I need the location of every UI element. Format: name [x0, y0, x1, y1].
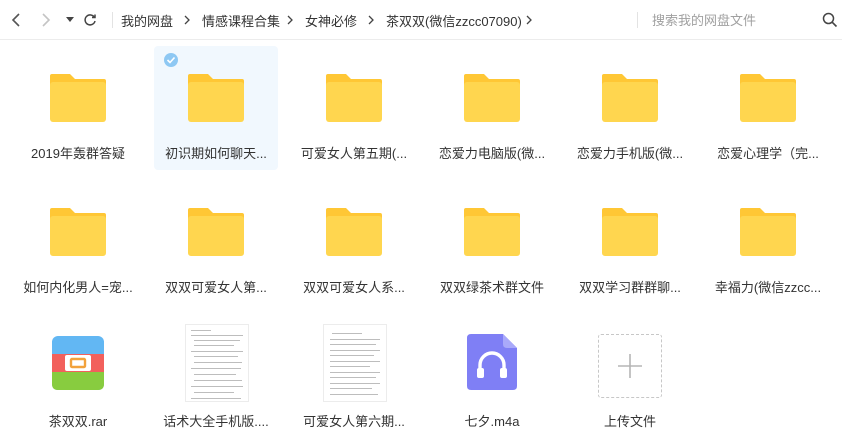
folder-item[interactable]: 幸福力(微信zzcc...	[706, 180, 830, 304]
breadcrumb-separator-icon	[184, 10, 190, 30]
breadcrumb-item[interactable]: 我的网盘	[121, 11, 173, 30]
folder-item-selected[interactable]: 初识期如何聊天...	[154, 46, 278, 170]
toolbar: 我的网盘 情感课程合集 女神必修 茶双双(微信zzcc07090)	[0, 0, 842, 40]
breadcrumb-current[interactable]: 茶双双(微信zzcc07090)	[386, 11, 522, 30]
toolbar-divider	[112, 12, 113, 28]
folder-icon	[50, 208, 106, 256]
check-icon[interactable]	[163, 52, 179, 68]
chevron-left-icon	[11, 13, 20, 27]
item-label: 双双可爱女人第...	[165, 280, 267, 295]
item-label: 可爱女人第六期...	[303, 414, 405, 429]
refresh-icon	[84, 14, 96, 26]
breadcrumb-item[interactable]: 女神必修	[305, 11, 357, 30]
breadcrumb-separator-icon	[526, 10, 532, 30]
item-label: 可爱女人第五期(...	[300, 146, 408, 161]
toolbar-divider	[637, 12, 638, 28]
folder-icon	[50, 74, 106, 122]
item-label: 七夕.m4a	[464, 414, 520, 429]
folder-item[interactable]: 恋爱力电脑版(微...	[430, 46, 554, 170]
item-label: 双双绿茶术群文件	[439, 280, 544, 295]
folder-item[interactable]: 如何内化男人=宠...	[16, 180, 140, 304]
rar-archive-icon	[52, 336, 104, 390]
refresh-button[interactable]	[82, 10, 98, 30]
forward-button[interactable]	[38, 10, 54, 30]
folder-icon	[740, 74, 796, 122]
upload-file-button[interactable]: 上传文件	[568, 312, 692, 436]
breadcrumb-item[interactable]: 情感课程合集	[202, 11, 280, 30]
item-label: 幸福力(微信zzcc...	[714, 280, 822, 295]
folder-icon	[188, 208, 244, 256]
item-label: 初识期如何聊天...	[165, 146, 267, 161]
plus-icon	[618, 354, 642, 378]
file-item-audio[interactable]: 七夕.m4a	[430, 312, 554, 436]
item-label: 上传文件	[603, 414, 656, 429]
back-button[interactable]	[8, 10, 24, 30]
caret-down-icon	[66, 17, 74, 22]
folder-icon	[464, 74, 520, 122]
history-dropdown-button[interactable]	[64, 10, 76, 30]
file-item-rar[interactable]: 茶双双.rar	[16, 312, 140, 436]
audio-file-icon	[467, 334, 517, 390]
folder-icon	[188, 74, 244, 122]
folder-icon	[602, 208, 658, 256]
breadcrumb-separator-icon	[287, 10, 293, 30]
search-input[interactable]	[652, 9, 817, 31]
item-label: 如何内化男人=宠...	[23, 280, 133, 295]
folder-icon	[602, 74, 658, 122]
folder-item[interactable]: 双双绿茶术群文件	[430, 180, 554, 304]
search-icon[interactable]	[822, 12, 838, 28]
folder-item[interactable]: 恋爱心理学（完...	[706, 46, 830, 170]
folder-icon	[326, 74, 382, 122]
folder-item[interactable]: 双双可爱女人第...	[154, 180, 278, 304]
folder-item[interactable]: 恋爱力手机版(微...	[568, 46, 692, 170]
item-label: 双双可爱女人系...	[303, 280, 405, 295]
item-label: 双双学习群群聊...	[579, 280, 681, 295]
folder-item[interactable]: 2019年轰群答疑	[16, 46, 140, 170]
folder-item[interactable]: 双双可爱女人系...	[292, 180, 416, 304]
chevron-right-icon	[42, 13, 51, 27]
item-label: 2019年轰群答疑	[31, 146, 125, 161]
item-label: 恋爱心理学（完...	[717, 146, 819, 161]
file-item-doc[interactable]: 可爱女人第六期...	[292, 312, 416, 436]
document-thumbnail	[185, 324, 249, 402]
folder-icon	[326, 208, 382, 256]
upload-dropzone[interactable]	[598, 334, 662, 398]
folder-icon	[464, 208, 520, 256]
file-item-doc[interactable]: 话术大全手机版....	[154, 312, 278, 436]
folder-icon	[740, 208, 796, 256]
item-label: 恋爱力电脑版(微...	[438, 146, 546, 161]
document-thumbnail	[323, 324, 387, 402]
item-label: 茶双双.rar	[48, 414, 108, 429]
item-label: 恋爱力手机版(微...	[576, 146, 684, 161]
folder-item[interactable]: 可爱女人第五期(...	[292, 46, 416, 170]
folder-item[interactable]: 双双学习群群聊...	[568, 180, 692, 304]
breadcrumb-separator-icon	[368, 10, 374, 30]
item-label: 话术大全手机版....	[163, 414, 269, 429]
